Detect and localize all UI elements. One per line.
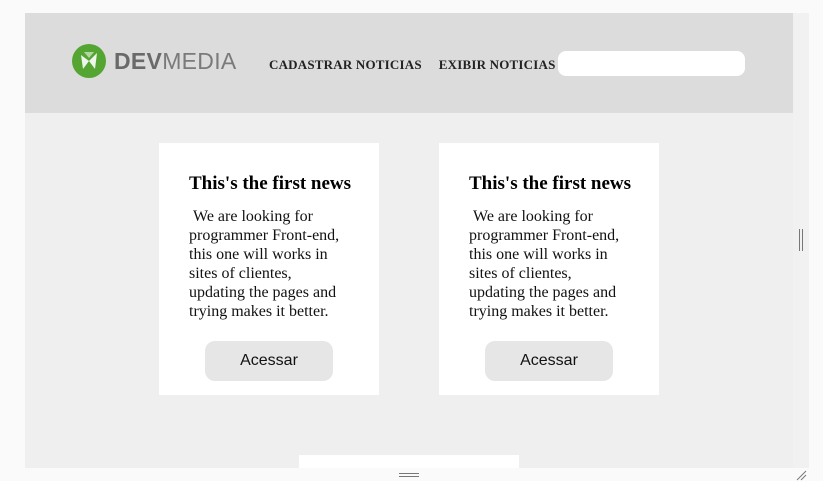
nav-link-exibir-noticias[interactable]: EXIBIR NOTICIAS <box>439 57 556 73</box>
horizontal-resize-handle-icon[interactable] <box>399 472 419 478</box>
news-card-title: This's the first news <box>189 173 352 194</box>
devmedia-logo[interactable]: DEVMEDIA <box>72 44 237 78</box>
logo-text-bold: DEV <box>114 47 163 74</box>
news-card-title: This's the first news <box>469 173 632 194</box>
devmedia-logo-icon <box>72 44 106 78</box>
browser-viewport: DEVMEDIA CADASTRAR NOTICIAS EXIBIR NOTIC… <box>25 13 793 468</box>
acessar-button[interactable]: Acessar <box>485 341 613 381</box>
news-card: This's the first news We are looking for… <box>439 143 659 395</box>
site-header: DEVMEDIA CADASTRAR NOTICIAS EXIBIR NOTIC… <box>25 13 793 113</box>
vertical-resize-handle-icon[interactable] <box>798 229 804 251</box>
news-card: This's the first news We are looking for… <box>159 143 379 395</box>
main-nav: CADASTRAR NOTICIAS EXIBIR NOTICIAS <box>269 57 556 73</box>
resize-grip-icon[interactable] <box>795 469 807 481</box>
news-card-text: We are looking for programmer Front-end,… <box>189 208 344 320</box>
news-card-text: We are looking for programmer Front-end,… <box>469 208 624 320</box>
search-input[interactable] <box>558 51 745 76</box>
logo-wordmark: DEVMEDIA <box>114 47 237 74</box>
news-card-partial <box>299 455 519 468</box>
acessar-button[interactable]: Acessar <box>205 341 333 381</box>
nav-link-cadastrar-noticias[interactable]: CADASTRAR NOTICIAS <box>269 57 422 73</box>
logo-text-light: MEDIA <box>162 47 237 74</box>
